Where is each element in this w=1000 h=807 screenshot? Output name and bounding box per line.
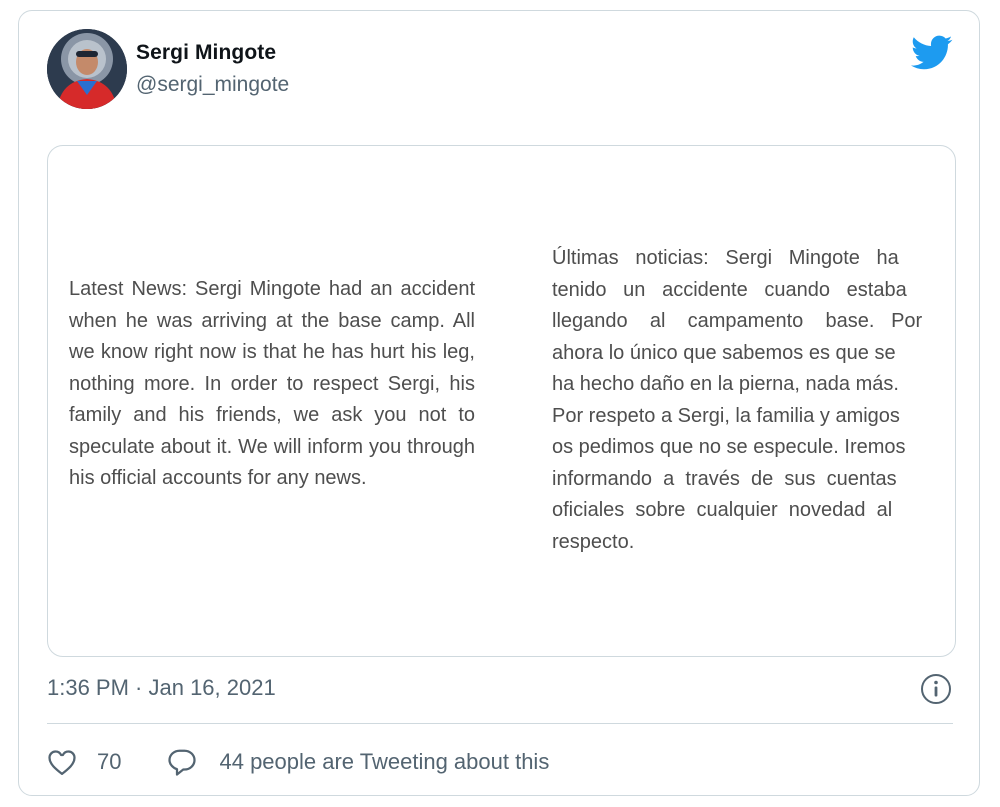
tweet-image[interactable]: Latest News: Sergi Mingote had an accide… xyxy=(47,145,956,657)
statement-english: Latest News: Sergi Mingote had an accide… xyxy=(69,278,475,489)
info-icon[interactable] xyxy=(920,673,952,705)
like-count[interactable]: 70 xyxy=(97,749,121,775)
profile-photo xyxy=(47,29,127,109)
twitter-bird-icon[interactable] xyxy=(911,35,953,71)
statement-spanish: Últimas noticias: Sergi Mingote ha tenid… xyxy=(552,247,923,553)
avatar[interactable] xyxy=(47,29,127,109)
author-name[interactable]: Sergi Mingote xyxy=(136,41,276,65)
divider xyxy=(47,723,953,724)
tweet-timestamp[interactable]: 1:36 PM · Jan 16, 2021 xyxy=(47,675,276,701)
heart-icon[interactable] xyxy=(47,748,77,776)
tweet-card: Sergi Mingote @sergi_mingote Latest News… xyxy=(18,10,980,796)
author-handle[interactable]: @sergi_mingote xyxy=(136,73,289,97)
conversation-link[interactable]: 44 people are Tweeting about this xyxy=(219,749,549,775)
tweet-actions: 70 44 people are Tweeting about this xyxy=(47,744,549,780)
speech-bubble-icon[interactable] xyxy=(167,748,197,776)
